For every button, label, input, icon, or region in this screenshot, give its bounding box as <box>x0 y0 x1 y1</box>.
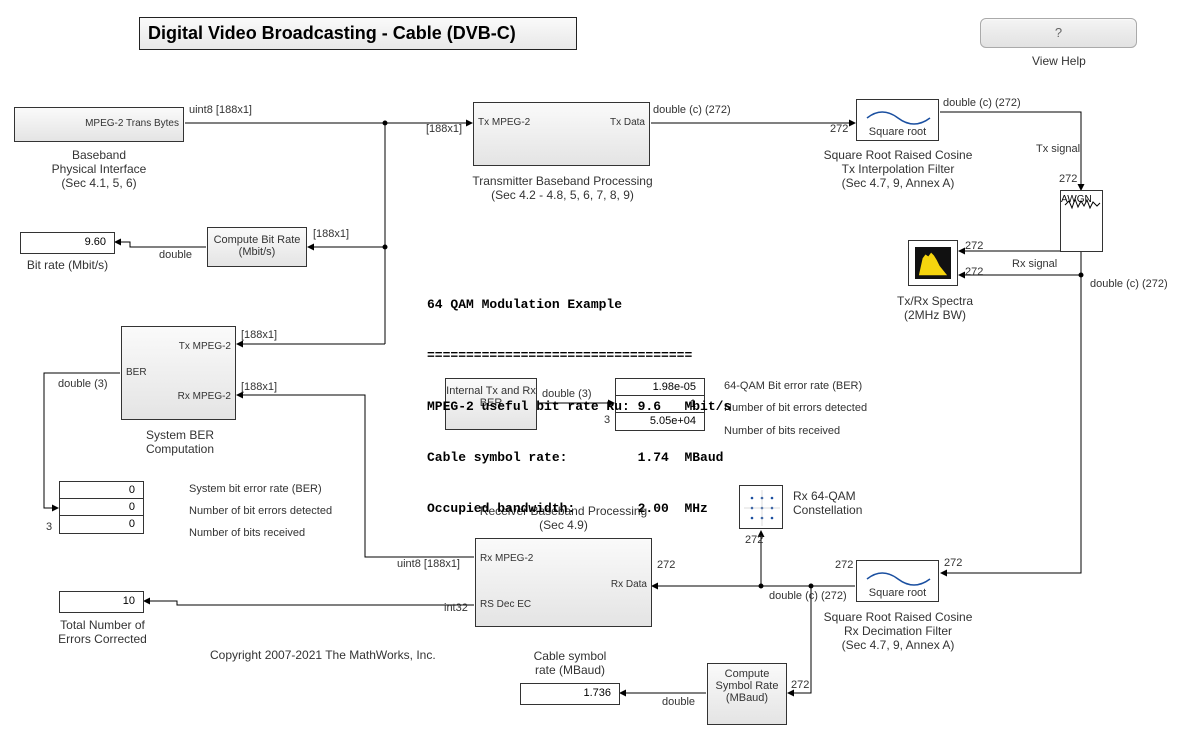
block-mpeg2-source[interactable]: MPEG-2 Trans Bytes <box>14 107 184 142</box>
caption-spectra: Tx/Rx Spectra (2MHz BW) <box>895 294 975 322</box>
view-help-button[interactable]: ? <box>980 18 1137 48</box>
info-line-5: Occupied bandwidth: 2.00 MHz <box>427 500 731 517</box>
port-rs-dec-ec-out: RS Dec EC <box>480 599 531 610</box>
info-line-2: ================================== <box>427 347 731 364</box>
display-ber-row-1: 0 <box>60 482 143 499</box>
model-title: Digital Video Broadcasting - Cable (DVB-… <box>139 17 577 50</box>
wl-tx-in-272: 272 <box>830 123 848 135</box>
wl-spec-in2: 272 <box>965 266 983 278</box>
caption-symrate: Cable symbol rate (MBaud) <box>530 649 610 677</box>
wl-const-in: 272 <box>745 534 763 546</box>
awgn-noise-icon <box>1061 193 1104 215</box>
block-receiver[interactable]: Rx MPEG-2 RS Dec EC Rx Data <box>475 538 652 627</box>
port-ber-out: BER <box>126 367 147 378</box>
caption-constellation: Rx 64-QAM Constellation <box>793 489 873 517</box>
rx-filter-label: Square root <box>857 587 938 599</box>
caption-rx-filter: Square Root Raised Cosine Rx Decimation … <box>823 610 973 652</box>
wl-rx-signal: Rx signal <box>1012 258 1057 270</box>
block-transmitter[interactable]: Tx MPEG-2 Tx Data <box>473 102 650 166</box>
wl-rx-out-int32: int32 <box>444 602 468 614</box>
wl-tx-out: double (c) (272) <box>653 104 731 116</box>
info-line-1: 64 QAM Modulation Example <box>427 296 731 313</box>
tx-filter-label: Square root <box>857 126 938 138</box>
wl-rx-in: 272 <box>657 559 675 571</box>
caption-errors-corrected: Total Number of Errors Corrected <box>55 618 150 646</box>
label-ber-1: System bit error rate (BER) <box>189 483 322 495</box>
port-mpeg2-out: MPEG-2 Trans Bytes <box>85 118 179 129</box>
label-internal-ber-1: 64-QAM Bit error rate (BER) <box>724 380 862 392</box>
wl-awgn-in: 272 <box>1059 173 1077 185</box>
port-rx-mpeg2-out: Rx MPEG-2 <box>480 553 533 564</box>
wl-cbr-in: [188x1] <box>313 228 349 240</box>
constellation-icon <box>740 486 784 530</box>
info-line-3: MPEG-2 useful bit rate Ru: 9.6 Mbit/s <box>427 398 731 415</box>
display-symrate[interactable]: 1.736 <box>520 683 620 705</box>
display-ber-row-3: 0 <box>60 516 143 533</box>
wl-rxfilt-out-a: 272 <box>835 559 853 571</box>
port-tx-data-out: Tx Data <box>610 117 645 128</box>
label-ber-3: Number of bits received <box>189 527 305 539</box>
wl-tx-signal: Tx signal <box>1036 143 1080 155</box>
block-txrx-spectra[interactable] <box>908 240 958 286</box>
port-rx-data-in: Rx Data <box>611 579 647 590</box>
display-ber-row-2: 0 <box>60 499 143 516</box>
block-awgn[interactable]: AWGN <box>1060 190 1103 252</box>
copyright-text: Copyright 2007-2021 The MathWorks, Inc. <box>210 648 436 662</box>
caption-bitrate: Bit rate (Mbit/s) <box>25 258 110 272</box>
caption-transmitter: Transmitter Baseband Processing (Sec 4.2… <box>466 174 659 202</box>
wl-src-out: uint8 [188x1] <box>189 104 252 116</box>
info-line-4: Cable symbol rate: 1.74 MBaud <box>427 449 731 466</box>
wl-ber-in1: [188x1] <box>241 329 277 341</box>
view-help-caption: View Help <box>1032 54 1086 68</box>
wl-rx-out-dim: uint8 [188x1] <box>397 558 460 570</box>
block-compute-symrate[interactable]: Compute Symbol Rate (MBaud) <box>707 663 787 725</box>
block-tx-filter[interactable]: Square root <box>856 99 939 141</box>
caption-tx-filter: Square Root Raised Cosine Tx Interpolati… <box>823 148 973 190</box>
wl-txfilt-out: double (c) (272) <box>943 97 1021 109</box>
wl-iber-out: double (3) <box>542 388 592 400</box>
caption-mpeg2-source: Baseband Physical Interface (Sec 4.1, 5,… <box>44 148 154 190</box>
wl-sym-out: double <box>662 696 695 708</box>
port-tx-mpeg2-in: Tx MPEG-2 <box>478 117 530 128</box>
wl-disp-sys-3: 3 <box>46 521 52 533</box>
wl-rxfilt-out-lbl: double (c) (272) <box>769 590 847 602</box>
wl-disp-iber-3: 3 <box>604 414 610 426</box>
spectra-screen <box>915 247 951 279</box>
port-ber-rx-in: Rx MPEG-2 <box>178 391 231 402</box>
block-compute-bitrate[interactable]: Compute Bit Rate (Mbit/s) <box>207 227 307 267</box>
wl-ber-in2: [188x1] <box>241 381 277 393</box>
block-system-ber[interactable]: Tx MPEG-2 Rx MPEG-2 BER <box>121 326 236 420</box>
caption-system-ber: System BER Computation <box>130 428 230 456</box>
wl-rxfilt-in: 272 <box>944 557 962 569</box>
wl-ber-out: double (3) <box>58 378 108 390</box>
compute-bitrate-label: Compute Bit Rate (Mbit/s) <box>208 234 306 258</box>
display-errors-corrected[interactable]: 10 <box>59 591 144 613</box>
block-constellation[interactable] <box>739 485 783 529</box>
compute-symrate-label: Compute Symbol Rate (MBaud) <box>708 668 786 704</box>
label-internal-ber-3: Number of bits received <box>724 425 840 437</box>
wl-dc272a: double (c) (272) <box>1090 278 1168 290</box>
block-rx-filter[interactable]: Square root <box>856 560 939 602</box>
display-bitrate[interactable]: 9.60 <box>20 232 115 254</box>
wl-spec-in1: 272 <box>965 240 983 252</box>
wl-cbr-out: double <box>159 249 192 261</box>
wl-sym-in: 272 <box>791 679 809 691</box>
label-internal-ber-2: Number of bit errors detected <box>724 402 867 414</box>
wl-tx-in-dim: [188x1] <box>426 123 462 135</box>
port-ber-tx-in: Tx MPEG-2 <box>179 341 231 352</box>
display-system-ber[interactable]: 0 0 0 <box>59 481 144 534</box>
label-ber-2: Number of bit errors detected <box>189 505 332 517</box>
